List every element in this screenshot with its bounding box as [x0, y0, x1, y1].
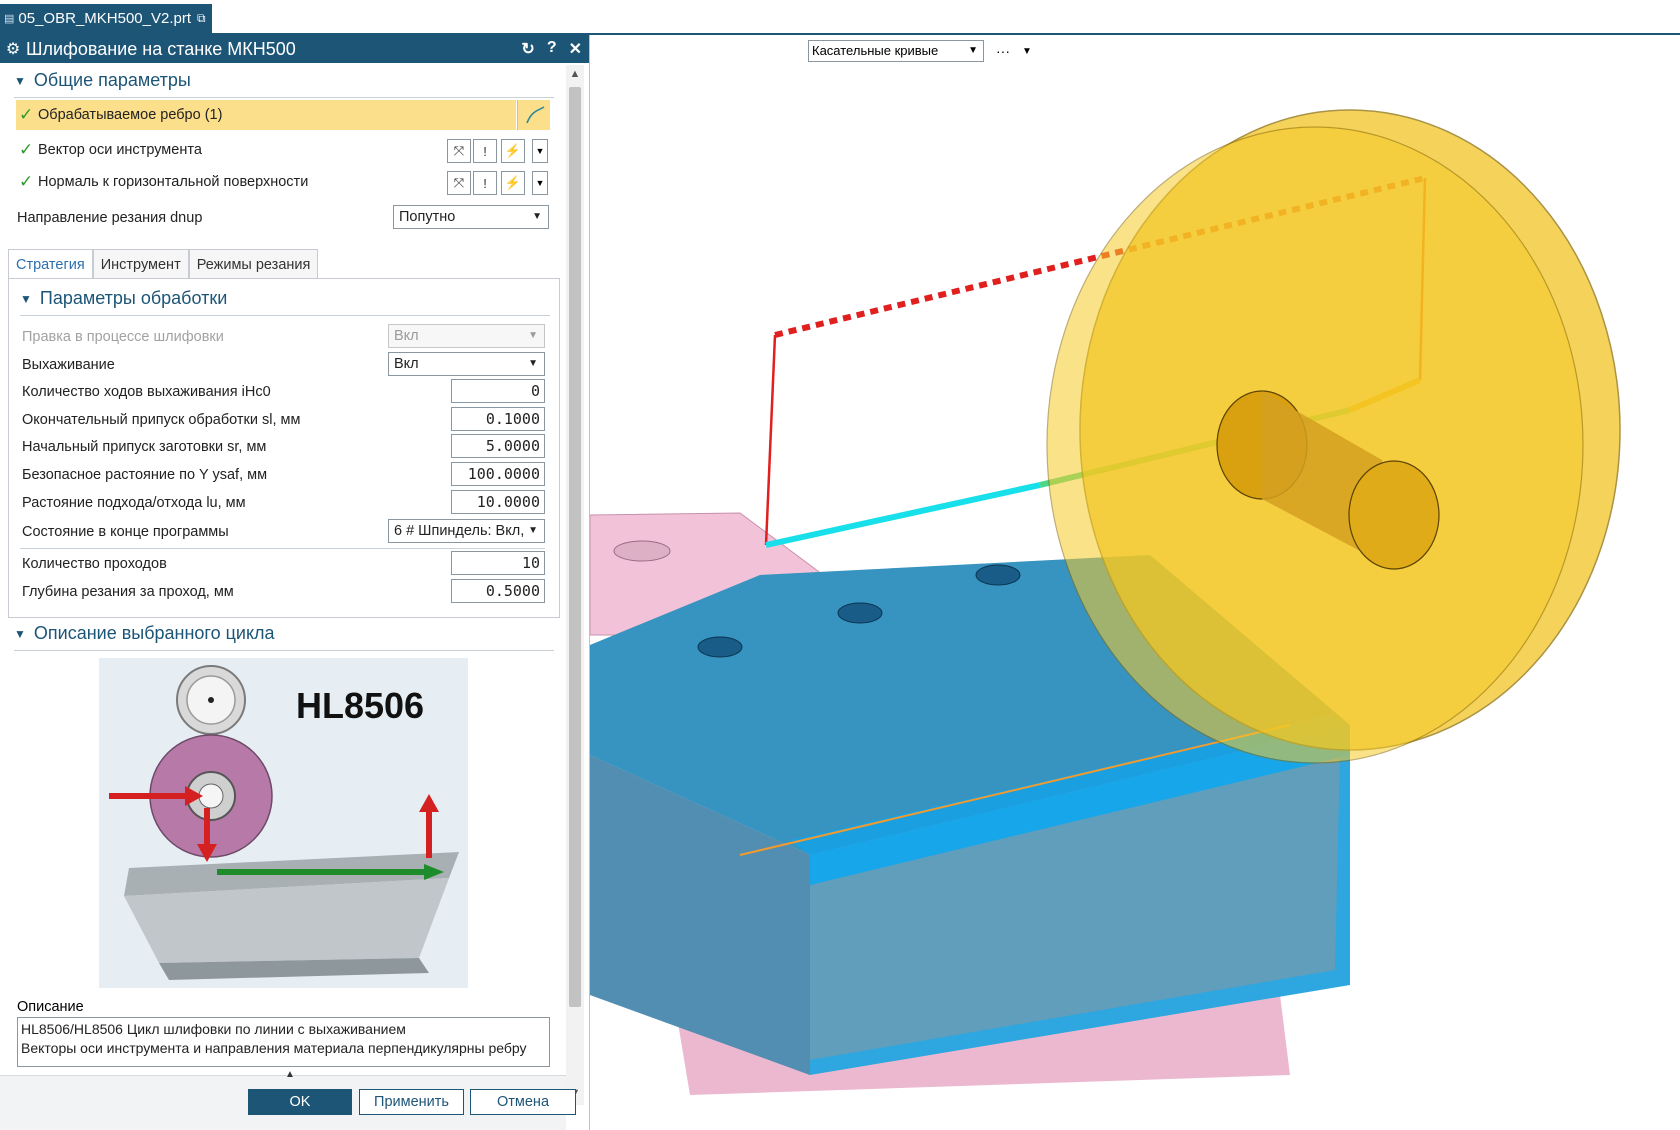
dress-label: Правка в процессе шлифовки [22, 329, 224, 345]
dialog-title-bar: ⚙ Шлифование на станке МКН500 ↻ ? ✕ [0, 35, 589, 63]
divider [14, 650, 554, 651]
tab-strip: Стратегия Инструмент Режимы резания [8, 249, 319, 279]
document-tab[interactable]: ▤ 05_OBR_MKH500_V2.prt ⧉ ✕ [0, 4, 223, 33]
initial-stock-label: Начальный припуск заготовки sr, мм [22, 439, 267, 455]
passes-input[interactable]: 10 [451, 551, 545, 575]
gear-icon[interactable]: ⚙ [0, 39, 26, 59]
direction-select[interactable]: Попутно ▼ [393, 205, 549, 229]
check-icon: ✓ [19, 140, 34, 159]
sparkout-label: Выхаживание [22, 357, 115, 373]
collapse-triangle-icon: ▼ [14, 626, 26, 641]
direction-label: Направление резания dnup [17, 210, 203, 226]
description-box[interactable]: HL8506/HL8506 Цикл шлифовки по линии с в… [17, 1017, 550, 1067]
pin-icon[interactable]: ⧉ [197, 11, 206, 26]
tab-cutting-modes[interactable]: Режимы резания [188, 249, 319, 279]
chevron-down-icon: ▼ [528, 330, 538, 341]
section-general-title: Общие параметры [33, 70, 191, 90]
check-icon: ✓ [19, 105, 34, 124]
ok-button[interactable]: OK [248, 1089, 352, 1115]
dialog-scrollbar[interactable]: ▲ ▼ [566, 65, 584, 1105]
tool-axis-label: Вектор оси инструмента [38, 142, 202, 158]
sparkout-value: Вкл [394, 356, 419, 372]
direction-value: Попутно [399, 209, 456, 225]
collapse-triangle-icon: ▼ [20, 291, 32, 306]
normal-label: Нормаль к горизонтальной поверхности [38, 174, 309, 190]
section-general-header[interactable]: ▼ Общие параметры [14, 70, 191, 91]
divider [14, 97, 554, 98]
safe-distance-label: Безопасное растояние по Y ysaf, мм [22, 467, 268, 483]
approach-input[interactable]: 10.0000 [451, 490, 545, 514]
expand-caret-icon[interactable]: ▲ [285, 1069, 295, 1080]
sparkout-count-input[interactable]: 0 [451, 379, 545, 403]
scene-3d [590, 109, 1621, 1095]
description-line-2: Векторы оси инструмента и направления ма… [21, 1040, 527, 1056]
edge-selection-row[interactable]: ✓ Обрабатываемое ребро (1) [16, 100, 516, 130]
chevron-down-icon: ▼ [528, 358, 538, 369]
graphics-viewport[interactable]: Касательные кривые ▼ ··· ▼ [590, 35, 1680, 1130]
cycle-code-text: HL8506 [296, 685, 424, 726]
dialog-title: Шлифование на станке МКН500 [26, 38, 296, 59]
chevron-down-icon: ▼ [532, 211, 542, 222]
sparkout-select[interactable]: Вкл ▼ [388, 352, 545, 376]
depth-input[interactable]: 0.5000 [451, 579, 545, 603]
vector-dialog-icon[interactable]: ⤧ [447, 171, 471, 195]
edge-label: Обрабатываемое ребро (1) [38, 107, 223, 123]
cycle-illustration: HL8506 [99, 658, 468, 988]
section-processing-title: Параметры обработки [39, 288, 228, 308]
grinding-dialog: ⚙ Шлифование на станке МКН500 ↻ ? ✕ ▲ ▼ … [0, 35, 590, 1130]
depth-label: Глубина резания за проход, мм [22, 584, 234, 600]
end-state-label: Состояние в конце программы [22, 524, 229, 540]
vector-dropdown-icon[interactable]: ▼ [532, 171, 548, 195]
dress-select: Вкл ▼ [388, 324, 545, 348]
safe-distance-input[interactable]: 100.0000 [451, 462, 545, 486]
normal-row[interactable]: ✓ Нормаль к горизонтальной поверхности [16, 167, 308, 197]
curve-select-icon[interactable] [517, 100, 550, 130]
approach-label: Растояние подхода/отхода lu, мм [22, 495, 246, 511]
vector-dialog-icon[interactable]: ⤧ [447, 139, 471, 163]
inferred-vector-icon[interactable]: ⚡ [501, 171, 525, 195]
final-stock-label: Окончательный припуск обработки sl, мм [22, 412, 301, 428]
section-processing-header[interactable]: ▼ Параметры обработки [20, 288, 227, 309]
reset-icon[interactable]: ↻ [521, 39, 534, 59]
document-tab-title: 05_OBR_MKH500_V2.prt [18, 10, 192, 27]
apply-button[interactable]: Применить [359, 1089, 464, 1115]
reverse-direction-icon[interactable]: ! [473, 171, 497, 195]
vector-dropdown-icon[interactable]: ▼ [532, 139, 548, 163]
close-tab-icon[interactable]: ✕ [212, 10, 224, 27]
app-window: ▤ 05_OBR_MKH500_V2.prt ⧉ ✕ ⚙ Шлифование … [0, 0, 1680, 1130]
description-line-1: HL8506/HL8506 Цикл шлифовки по линии с в… [21, 1021, 406, 1037]
sparkout-count-label: Количество ходов выхаживания iHc0 [22, 384, 271, 400]
passes-label: Количество проходов [22, 556, 167, 572]
part-file-icon: ▤ [4, 13, 15, 25]
help-icon[interactable]: ? [547, 39, 557, 59]
close-icon[interactable]: ✕ [569, 39, 582, 59]
end-state-value: 6 # Шпиндель: Вкл, [394, 523, 525, 539]
scroll-up-icon[interactable]: ▲ [566, 68, 584, 80]
chevron-down-icon: ▼ [528, 525, 538, 536]
collapse-triangle-icon: ▼ [14, 73, 26, 88]
section-cycle-title: Описание выбранного цикла [33, 623, 275, 643]
scroll-thumb[interactable] [569, 87, 581, 1007]
cycle-illustration-drawing: HL8506 [109, 665, 459, 980]
divider [20, 315, 550, 316]
final-stock-input[interactable]: 0.1000 [451, 407, 545, 431]
description-label: Описание [17, 999, 84, 1015]
initial-stock-input[interactable]: 5.0000 [451, 434, 545, 458]
divider [20, 548, 545, 549]
cancel-button[interactable]: Отмена [470, 1089, 576, 1115]
inferred-vector-icon[interactable]: ⚡ [501, 139, 525, 163]
tab-tool[interactable]: Инструмент [92, 249, 189, 279]
document-tab-strip: ▤ 05_OBR_MKH500_V2.prt ⧉ ✕ [0, 0, 1680, 35]
dress-value: Вкл [394, 328, 419, 344]
tab-strategy[interactable]: Стратегия [8, 249, 93, 279]
tool-axis-row[interactable]: ✓ Вектор оси инструмента [16, 135, 202, 165]
section-cycle-header[interactable]: ▼ Описание выбранного цикла [14, 623, 275, 644]
check-icon: ✓ [19, 172, 34, 191]
reverse-direction-icon[interactable]: ! [473, 139, 497, 163]
end-state-select[interactable]: 6 # Шпиндель: Вкл, ▼ [388, 519, 545, 543]
